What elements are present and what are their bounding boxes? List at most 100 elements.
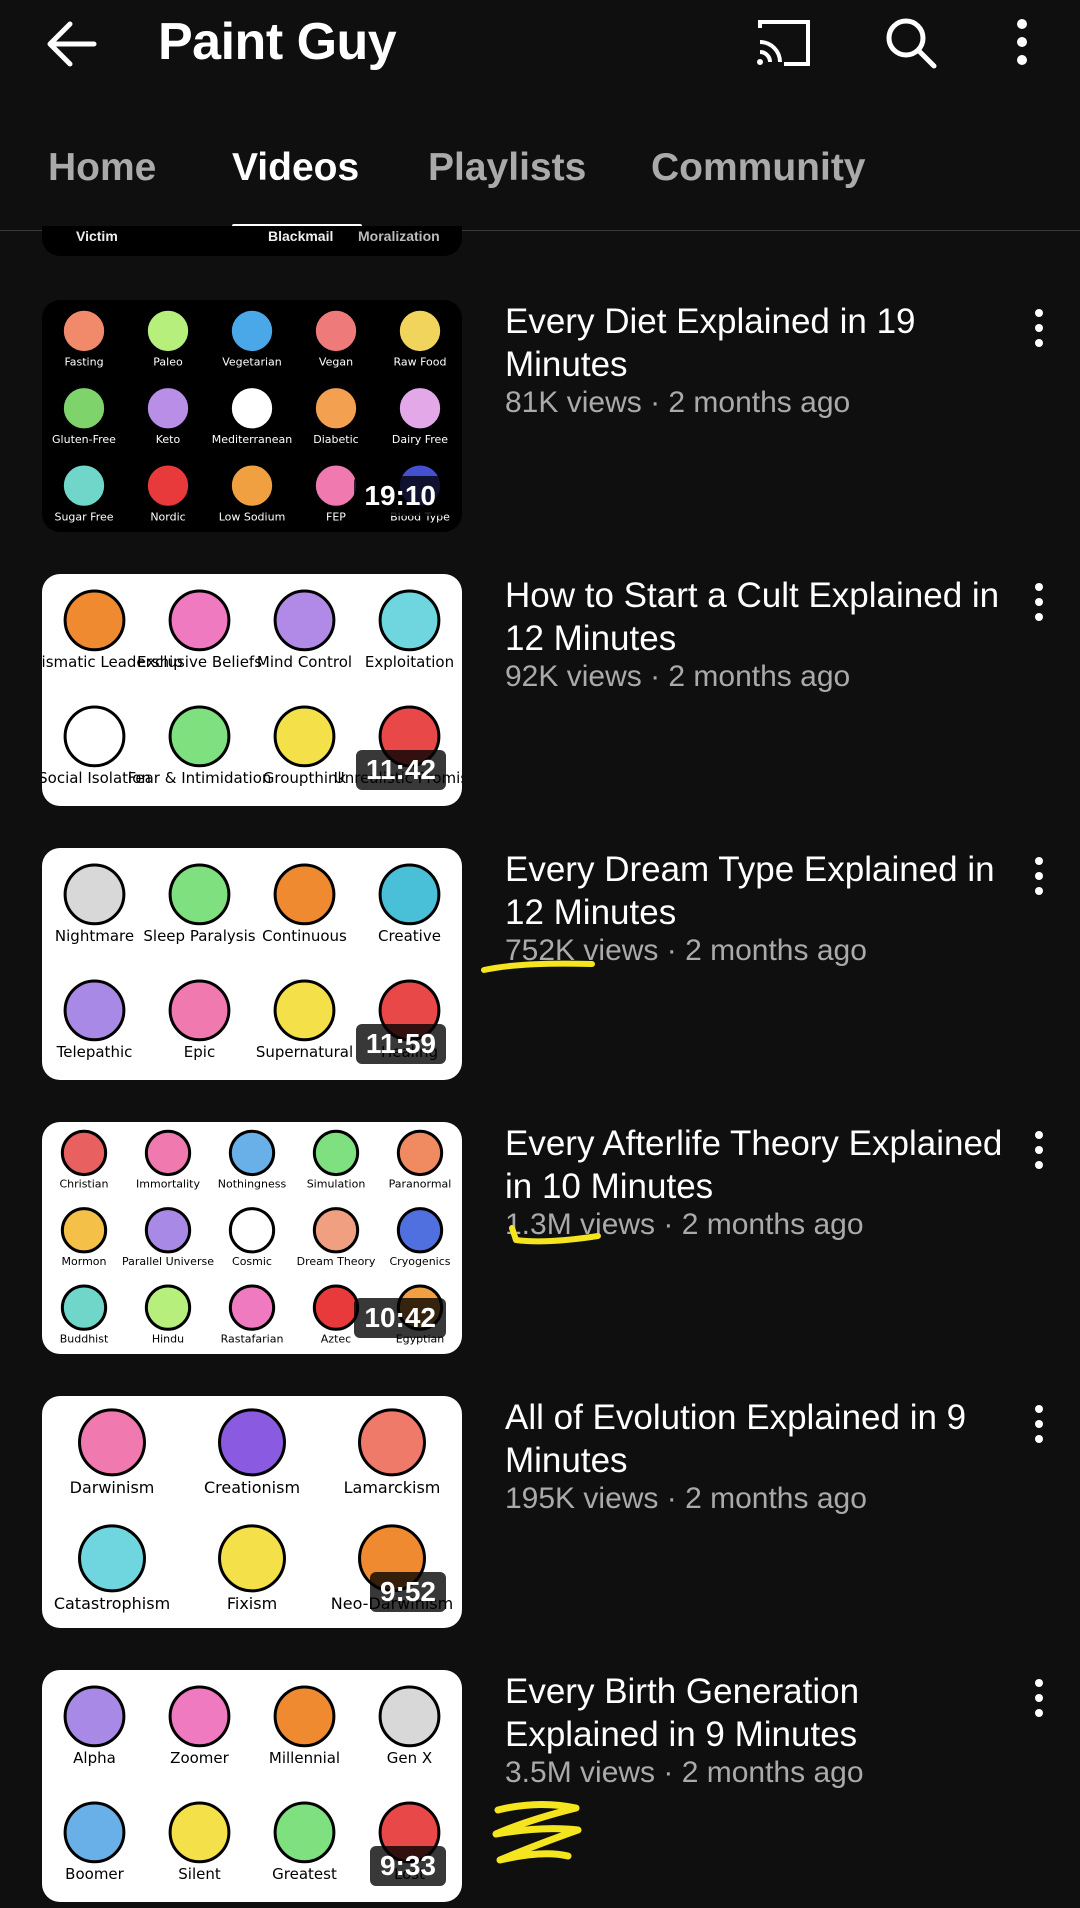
thumb-label: Gluten-Free xyxy=(52,433,116,446)
video-thumbnail[interactable]: Christian Immortality Nothingness Simulatio… xyxy=(42,1122,462,1354)
thumb-icon-circle xyxy=(144,462,192,509)
view-count: 3.5M views xyxy=(505,1756,656,1789)
video-title[interactable]: How to Start a Cult Explained in 12 Minu… xyxy=(505,574,1005,660)
more-vert-icon[interactable] xyxy=(1024,1676,1054,1720)
partial-video-thumbnail[interactable]: Victim Blackmail Moralization xyxy=(42,226,462,256)
video-item[interactable]: Darwinism Creationism Lamarckism Catastroph… xyxy=(0,1396,1080,1628)
more-vert-icon[interactable] xyxy=(1024,306,1054,350)
channel-header: Paint Guy xyxy=(0,0,1080,92)
thumb-icon-circle xyxy=(358,1408,426,1477)
thumb-label: Exploitation xyxy=(365,653,454,671)
thumb-label: Nothingness xyxy=(218,1178,287,1191)
thumb-icon-circle xyxy=(144,1207,192,1254)
video-item[interactable]: Christian Immortality Nothingness Simulatio… xyxy=(0,1122,1080,1354)
view-count: 81K views xyxy=(505,386,642,419)
thumb-label: FEP xyxy=(326,510,346,523)
thumb-label: Parallel Universe xyxy=(122,1255,214,1268)
thumb-label: Mormon xyxy=(62,1255,107,1268)
video-thumbnail[interactable]: Fasting Paleo Vegetarian Vegan Raw Food Glute… xyxy=(42,300,462,532)
tab-home[interactable]: Home xyxy=(48,146,156,190)
tab-videos[interactable]: Videos xyxy=(232,146,359,190)
video-item[interactable]: Nightmare Sleep Paralysis Continuous Creati… xyxy=(0,848,1080,1080)
thumb-icon-circle xyxy=(168,1685,231,1748)
thumb-icon-circle xyxy=(218,1524,286,1593)
thumb-icon-circle xyxy=(144,1284,192,1331)
video-thumbnail[interactable]: Nightmare Sleep Paralysis Continuous Creati… xyxy=(42,848,462,1080)
thumb-label: Rastafarian xyxy=(221,1332,284,1345)
thumb-icon-circle xyxy=(63,1801,126,1864)
tab-playlists[interactable]: Playlists xyxy=(428,146,586,190)
video-title[interactable]: Every Afterlife Theory Explained in 10 M… xyxy=(505,1122,1005,1208)
thumb-label: Alpha xyxy=(73,1749,116,1767)
thumb-icon-circle xyxy=(144,307,192,355)
duration-badge: 9:52 xyxy=(369,1572,446,1612)
thumb-label: Fear & Intimidation xyxy=(128,769,272,787)
thumb-label: Diabetic xyxy=(313,433,358,446)
video-item[interactable]: Fasting Paleo Vegetarian Vegan Raw Food Glute… xyxy=(0,300,1080,532)
thumb-icon-circle xyxy=(228,307,276,355)
thumb-label: Greatest xyxy=(272,1865,337,1883)
thumb-icon-circle xyxy=(228,1207,276,1254)
thumb-icon-circle xyxy=(168,863,231,926)
thumb-label: Millennial xyxy=(269,1749,340,1767)
video-thumbnail[interactable]: Charismatic LeadershipExclusive BeliefsM… xyxy=(42,574,462,806)
video-title[interactable]: Every Diet Explained in 19 Minutes xyxy=(505,300,1005,386)
thumb-icon-circle xyxy=(312,385,360,432)
thumb-icon-circle xyxy=(78,1408,146,1477)
thumb-icon-circle xyxy=(378,589,441,652)
video-meta: 92K views · 2 months ago xyxy=(505,660,851,693)
cast-icon[interactable] xyxy=(754,18,814,68)
thumb-icon-circle xyxy=(378,1685,441,1748)
video-item[interactable]: Charismatic LeadershipExclusive BeliefsM… xyxy=(0,574,1080,806)
video-thumbnail[interactable]: Alpha Zoomer Millennial Gen X Boomer Silent Gr… xyxy=(42,1670,462,1902)
thumb-icon-circle xyxy=(273,979,336,1042)
thumb-label: Catastrophism xyxy=(54,1594,170,1613)
thumb-icon-circle xyxy=(228,385,276,432)
thumb-icon-circle xyxy=(218,1408,286,1477)
thumb-label: Lamarckism xyxy=(344,1478,441,1497)
duration-badge: 11:42 xyxy=(355,750,446,790)
thumb-label: Sugar Free xyxy=(54,510,113,523)
upload-age: 2 months ago xyxy=(668,386,851,419)
channel-tabs: Home Videos Playlists Community xyxy=(0,130,1080,230)
thumb-label: Continuous xyxy=(262,927,347,945)
thumb-label: Creative xyxy=(378,927,441,945)
upload-age: 2 months ago xyxy=(685,934,867,967)
thumb-label: Creationism xyxy=(204,1478,300,1497)
more-vert-icon[interactable] xyxy=(1024,1402,1054,1446)
thumb-label: Paleo xyxy=(153,356,183,369)
thumb-icon-circle xyxy=(63,1685,126,1748)
more-vert-icon[interactable] xyxy=(1004,18,1040,68)
search-icon[interactable] xyxy=(882,16,942,70)
duration-badge: 10:42 xyxy=(354,1298,446,1338)
video-title[interactable]: All of Evolution Explained in 9 Minutes xyxy=(505,1396,1005,1482)
upload-age: 2 months ago xyxy=(668,660,851,693)
video-item[interactable]: Alpha Zoomer Millennial Gen X Boomer Silent Gr… xyxy=(0,1670,1080,1902)
thumb-icon-circle xyxy=(396,1129,444,1177)
thumb-icon-circle xyxy=(396,1207,444,1254)
thumb-label: Fixism xyxy=(227,1594,277,1613)
arrow-left-icon[interactable] xyxy=(44,18,104,70)
video-title[interactable]: Every Birth Generation Explained in 9 Mi… xyxy=(505,1670,1005,1756)
video-meta: 195K views · 2 months ago xyxy=(505,1482,867,1515)
thumb-label: Keto xyxy=(156,433,181,446)
highlighter-underline xyxy=(509,1225,601,1245)
tab-community[interactable]: Community xyxy=(651,146,866,190)
video-thumbnail[interactable]: Darwinism Creationism Lamarckism Catastroph… xyxy=(42,1396,462,1628)
thumb-label: Exclusive Beliefs xyxy=(137,653,262,671)
thumb-icon-circle xyxy=(60,307,108,355)
thumb-icon-circle xyxy=(396,307,444,355)
thumb-icon-circle xyxy=(168,589,231,652)
upload-age: 2 months ago xyxy=(681,1756,864,1789)
thumb-icon-circle xyxy=(273,863,336,926)
thumb-icon-circle xyxy=(168,1801,231,1864)
thumb-icon-circle xyxy=(396,385,444,432)
more-vert-icon[interactable] xyxy=(1024,1128,1054,1172)
more-vert-icon[interactable] xyxy=(1024,854,1054,898)
video-title[interactable]: Every Dream Type Explained in 12 Minutes xyxy=(505,848,1005,934)
more-vert-icon[interactable] xyxy=(1024,580,1054,624)
thumb-label: Mediterranean xyxy=(212,433,292,446)
thumb-label: Paranormal xyxy=(389,1178,452,1191)
thumb-icon-circle xyxy=(273,589,336,652)
thumb-label: Dairy Free xyxy=(392,433,448,446)
